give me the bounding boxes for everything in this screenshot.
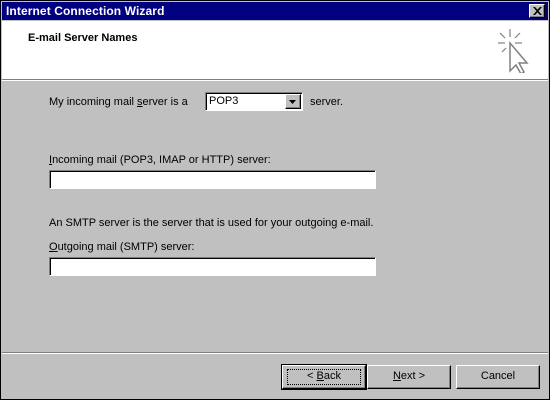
wizard-header: E-mail Server Names — [2, 21, 548, 81]
incoming-server-input[interactable] — [49, 170, 376, 189]
incoming-server-type-label: My incoming mail server is a — [49, 96, 188, 108]
back-label-rest: ack — [323, 370, 341, 382]
cancel-button-label: Cancel — [480, 370, 516, 382]
incoming-server-type-select[interactable]: POP3 — [205, 92, 303, 111]
back-arrow-text: < — [307, 370, 317, 382]
chevron-down-icon — [289, 100, 296, 104]
incoming-server-label: Incoming mail (POP3, IMAP or HTTP) serve… — [49, 154, 271, 166]
back-button-label: < Back — [307, 370, 341, 382]
next-mnemonic: N — [392, 370, 401, 382]
page-title: E-mail Server Names — [28, 32, 138, 44]
wizard-sparkle-cursor-icon — [498, 29, 529, 73]
back-mnemonic: B — [316, 370, 324, 382]
cancel-button[interactable]: Cancel — [456, 365, 540, 389]
next-label-rest: ext > — [400, 370, 426, 382]
outgoing-server-label-rest: utgoing mail (SMTP) server: — [57, 241, 195, 253]
server-suffix-label: server. — [310, 96, 344, 108]
outgoing-server-mnemonic: O — [49, 241, 58, 253]
smtp-description: An SMTP server is the server that is use… — [49, 217, 374, 229]
next-button-label: Next > — [393, 370, 425, 382]
incoming-server-label-rest: ncoming mail (POP3, IMAP or HTTP) server… — [52, 154, 271, 166]
dropdown-button[interactable] — [285, 94, 301, 109]
close-icon — [533, 7, 542, 15]
back-button[interactable]: < Back — [281, 364, 367, 390]
close-button[interactable] — [529, 4, 545, 18]
outgoing-server-label: Outgoing mail (SMTP) server: — [49, 241, 195, 253]
window-title: Internet Connection Wizard — [6, 4, 165, 18]
incoming-server-type-value: POP3 — [209, 95, 239, 107]
wizard-window: Internet Connection Wizard E-mail Server… — [0, 0, 550, 400]
incoming-server-type-label-part: My incoming mail — [49, 96, 138, 108]
next-button[interactable]: Next > — [367, 365, 451, 389]
outgoing-server-input[interactable] — [49, 257, 376, 276]
title-bar[interactable]: Internet Connection Wizard — [2, 2, 548, 20]
footer-separator — [2, 352, 548, 354]
incoming-server-type-label-rest: erver is a — [142, 96, 188, 108]
